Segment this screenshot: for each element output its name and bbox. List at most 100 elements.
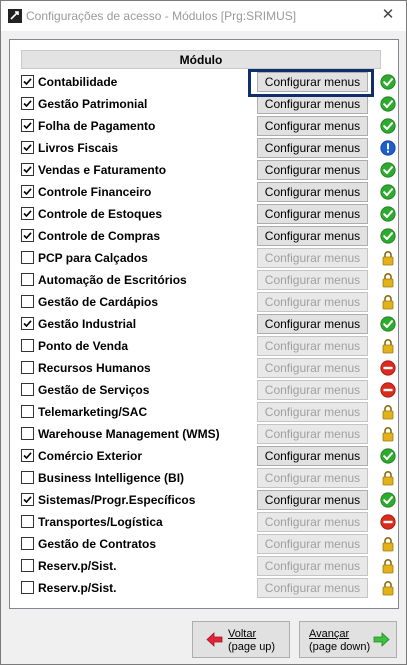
ok-icon [380,206,396,222]
module-checkbox[interactable] [21,229,34,242]
arrow-left-icon [206,632,223,647]
lock-icon [382,295,394,310]
module-checkbox[interactable] [21,405,34,418]
configure-menus-button[interactable]: Configurar menus [257,358,368,378]
module-label: Sistemas/Progr.Específicos [38,493,196,507]
lock-icon [382,405,394,420]
module-label: Comércio Exterior [38,449,143,463]
lock-icon [382,251,394,266]
ok-icon [380,96,396,112]
module-checkbox[interactable] [21,185,34,198]
module-row: Automação de Escritórios Configurar menus [10,269,398,291]
configure-menus-button[interactable]: Configurar menus [257,94,368,114]
module-label: Gestão de Contratos [38,537,157,551]
module-checkbox[interactable] [21,537,34,550]
module-label: Automação de Escritórios [38,273,187,287]
configure-menus-button[interactable]: Configurar menus [257,226,368,246]
checkmark-icon [23,122,32,130]
title-bar: Configurações de acesso - Módulos [Prg:S… [1,1,406,31]
module-checkbox[interactable] [21,251,34,264]
module-label: Transportes/Logística [38,515,163,529]
lock-icon [382,537,394,552]
blocked-icon [380,514,396,530]
configure-menus-button[interactable]: Configurar menus [257,490,368,510]
configure-menus-button[interactable]: Configurar menus [257,556,368,576]
module-checkbox[interactable] [21,493,34,506]
module-checkbox[interactable] [21,295,34,308]
module-label: Controle de Compras [38,229,161,243]
configure-menus-button[interactable]: Configurar menus [257,116,368,136]
module-checkbox[interactable] [21,471,34,484]
checkmark-icon [23,144,32,152]
module-row: Controle de Compras Configurar menus [10,225,398,247]
close-button[interactable]: ✕ [373,4,403,26]
module-row: Business Intelligence (BI) Configurar men… [10,467,398,489]
module-checkbox[interactable] [21,361,34,374]
configure-menus-button[interactable]: Configurar menus [257,336,368,356]
module-row: PCP para Calçados Configurar menus [10,247,398,269]
configure-menus-button[interactable]: Configurar menus [257,534,368,554]
blocked-icon [380,360,396,376]
configure-menus-button[interactable]: Configurar menus [257,512,368,532]
configure-menus-button[interactable]: Configurar menus [257,270,368,290]
module-checkbox[interactable] [21,97,34,110]
ok-icon [380,316,396,332]
blocked-icon [380,382,396,398]
configure-menus-button[interactable]: Configurar menus [257,314,368,334]
ok-icon [380,162,396,178]
module-checkbox[interactable] [21,449,34,462]
module-checkbox[interactable] [21,383,34,396]
module-row: Recursos Humanos Configurar menus [10,357,398,379]
module-row: Reserv.p/Sist. Configurar menus [10,577,398,599]
checkmark-icon [23,320,32,328]
module-checkbox[interactable] [21,581,34,594]
configure-menus-button[interactable]: Configurar menus [257,402,368,422]
configure-menus-button[interactable]: Configurar menus [257,468,368,488]
configure-menus-button[interactable]: Configurar menus [257,160,368,180]
module-checkbox[interactable] [21,119,34,132]
configure-menus-button[interactable]: Configurar menus [257,138,368,158]
module-row: Gestão de Cardápios Configurar menus [10,291,398,313]
configure-menus-button[interactable]: Configurar menus [257,204,368,224]
back-button[interactable]: Voltar (page up) [192,621,290,658]
module-row: Gestão de Serviços Configurar menus [10,379,398,401]
configure-menus-button[interactable]: Configurar menus [257,446,368,466]
module-checkbox[interactable] [21,339,34,352]
module-label: Gestão Industrial [38,317,137,331]
ok-icon [380,118,396,134]
app-icon [8,9,22,23]
module-row: Telemarketing/SAC Configurar menus [10,401,398,423]
dialog-window: Configurações de acesso - Módulos [Prg:S… [0,0,407,665]
module-row: Sistemas/Progr.Específicos Configurar men… [10,489,398,511]
module-checkbox[interactable] [21,317,34,330]
module-checkbox[interactable] [21,273,34,286]
focus-indicator [248,69,374,97]
ok-icon [380,74,396,90]
configure-menus-button[interactable]: Configurar menus [257,292,368,312]
module-checkbox[interactable] [21,207,34,220]
module-checkbox[interactable] [21,141,34,154]
module-row: Comércio Exterior Configurar menus [10,445,398,467]
configure-menus-button[interactable]: Configurar menus [257,424,368,444]
configure-menus-button[interactable]: Configurar menus [257,182,368,202]
ok-icon [380,448,396,464]
ok-icon [380,228,396,244]
module-checkbox[interactable] [21,163,34,176]
lock-icon [382,427,394,442]
module-checkbox[interactable] [21,75,34,88]
module-row: Transportes/Logística Configurar menus [10,511,398,533]
configure-menus-button[interactable]: Configurar menus [257,380,368,400]
next-button[interactable]: Avançar (page down) [299,621,397,658]
module-row: Gestão Industrial Configurar menus [10,313,398,335]
next-button-label: Avançar [309,628,350,640]
configure-menus-button[interactable]: Configurar menus [257,248,368,268]
module-checkbox[interactable] [21,559,34,572]
configure-menus-button[interactable]: Configurar menus [257,578,368,598]
ok-icon [380,492,396,508]
back-button-label: Voltar [228,628,257,640]
module-row: Reserv.p/Sist. Configurar menus [10,555,398,577]
module-label: Contabilidade [38,75,118,89]
checkmark-icon [23,210,32,218]
module-checkbox[interactable] [21,427,34,440]
module-checkbox[interactable] [21,515,34,528]
